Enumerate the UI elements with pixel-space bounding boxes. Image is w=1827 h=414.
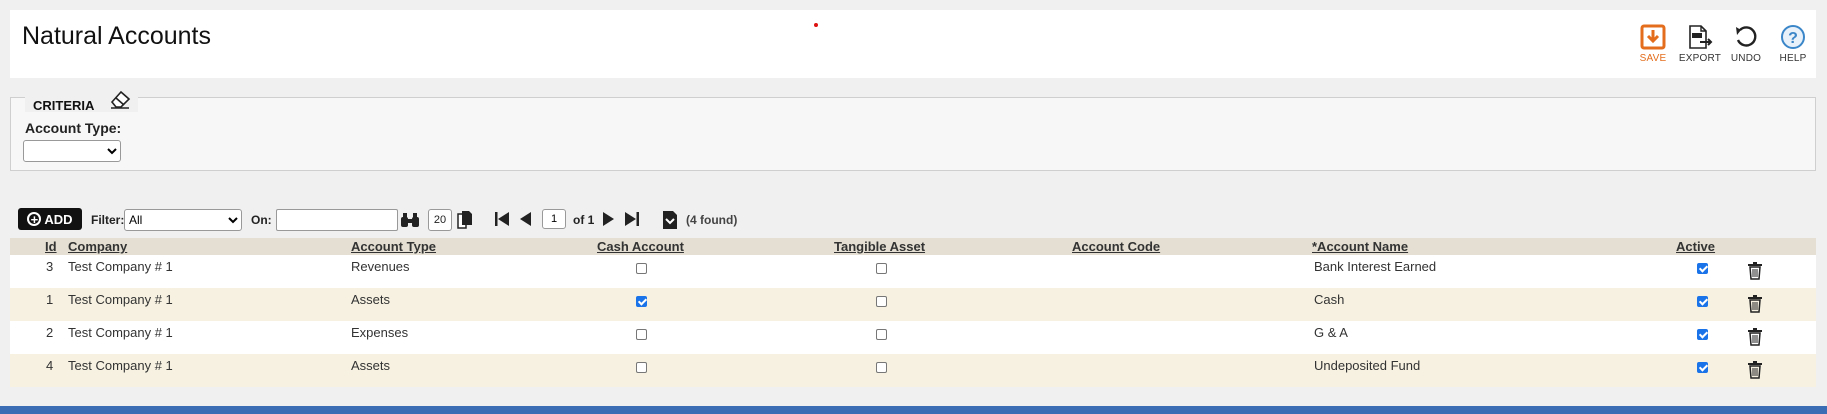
page-size-box[interactable]: 20 (428, 209, 452, 231)
export-icon (1689, 25, 1713, 49)
cell-company: Test Company # 1 (68, 292, 173, 307)
help-label: HELP (1779, 53, 1807, 64)
last-page-icon[interactable] (624, 211, 640, 227)
save-icon (1640, 24, 1666, 50)
cell-account-type: Assets (351, 358, 391, 373)
cell-id: 4 (46, 358, 54, 373)
status-dot (814, 23, 818, 27)
cell-id: 3 (46, 259, 54, 274)
page-header: Natural Accounts SAVE EXPORT UNDO ? HELP (10, 10, 1816, 78)
tangible-asset-checkbox[interactable] (876, 296, 887, 307)
grid-toolbar: + ADD Filter: All On: 20 of 1 (4 found) (18, 206, 1808, 232)
cell-account-name: Undeposited Fund (1314, 358, 1421, 373)
tangible-asset-checkbox[interactable] (876, 263, 887, 274)
cell-account-type: Expenses (351, 325, 409, 340)
cell-account-name: Bank Interest Earned (1314, 259, 1437, 274)
column-header-cash-account[interactable]: Cash Account (597, 239, 684, 254)
criteria-panel: CRITERIA Account Type: (10, 84, 1816, 171)
table-header: Id Company Account Type Cash Account Tan… (10, 238, 1816, 255)
add-label: ADD (44, 211, 73, 227)
table-body: 3 Test Company # 1 Revenues Bank Interes… (10, 255, 1816, 387)
column-header-account-type[interactable]: Account Type (351, 239, 436, 254)
active-checkbox[interactable] (1697, 362, 1708, 373)
account-type-label: Account Type: (25, 120, 122, 136)
cash-account-checkbox[interactable] (636, 296, 647, 307)
prev-page-icon[interactable] (518, 211, 532, 227)
tangible-asset-checkbox[interactable] (876, 362, 887, 373)
cash-account-checkbox[interactable] (636, 263, 647, 274)
page-title: Natural Accounts (22, 22, 211, 50)
cell-id: 1 (46, 292, 54, 307)
svg-text:?: ? (1788, 30, 1798, 47)
cash-account-checkbox[interactable] (636, 362, 647, 373)
first-page-icon[interactable] (494, 211, 510, 227)
active-checkbox[interactable] (1697, 329, 1708, 340)
cell-company: Test Company # 1 (68, 259, 173, 274)
table-row: 3 Test Company # 1 Revenues Bank Interes… (10, 255, 1816, 288)
add-button[interactable]: + ADD (18, 208, 82, 230)
filter-label: Filter: (91, 213, 125, 227)
download-icon[interactable] (662, 210, 678, 230)
on-search-input[interactable] (276, 209, 398, 231)
help-button[interactable]: ? HELP (1765, 24, 1821, 64)
trash-icon[interactable] (1748, 328, 1762, 346)
cell-account-type: Revenues (351, 259, 410, 274)
column-header-active[interactable]: Active (1676, 239, 1715, 254)
accounts-table: Id Company Account Type Cash Account Tan… (10, 238, 1816, 387)
filter-select[interactable]: All (124, 209, 242, 231)
criteria-title: CRITERIA (33, 97, 95, 113)
trash-icon[interactable] (1748, 262, 1762, 280)
table-row: 2 Test Company # 1 Expenses G & A (10, 321, 1816, 354)
cell-account-name: Cash (1314, 292, 1345, 307)
active-checkbox[interactable] (1697, 296, 1708, 307)
page-number-input[interactable] (542, 209, 566, 229)
help-icon: ? (1781, 25, 1805, 49)
plus-icon: + (27, 212, 42, 226)
cell-id: 2 (46, 325, 54, 340)
undo-icon (1736, 26, 1757, 47)
eraser-icon[interactable] (108, 88, 132, 110)
trash-icon[interactable] (1748, 361, 1762, 379)
page-count-text: of 1 (573, 213, 595, 227)
column-header-account-name[interactable]: *Account Name (1312, 239, 1408, 254)
criteria-legend: CRITERIA (25, 84, 139, 113)
account-type-select[interactable] (23, 140, 121, 162)
on-label: On: (251, 213, 272, 227)
cell-company: Test Company # 1 (68, 325, 173, 340)
bottom-bar (0, 406, 1827, 414)
column-header-tangible-asset[interactable]: Tangible Asset (834, 239, 925, 254)
table-row: 1 Test Company # 1 Assets Cash (10, 288, 1816, 321)
copy-icon[interactable] (456, 210, 474, 230)
record-count-text: (4 found) (686, 213, 738, 227)
column-header-account-code[interactable]: Account Code (1072, 239, 1160, 254)
next-page-icon[interactable] (602, 211, 616, 227)
column-header-company[interactable]: Company (68, 239, 127, 254)
binoculars-icon[interactable] (400, 211, 420, 229)
cell-account-type: Assets (351, 292, 391, 307)
cell-company: Test Company # 1 (68, 358, 173, 373)
cell-account-name: G & A (1314, 325, 1348, 340)
trash-icon[interactable] (1748, 295, 1762, 313)
tangible-asset-checkbox[interactable] (876, 329, 887, 340)
table-row: 4 Test Company # 1 Assets Undeposited Fu… (10, 354, 1816, 387)
active-checkbox[interactable] (1697, 263, 1708, 274)
cash-account-checkbox[interactable] (636, 329, 647, 340)
column-header-id[interactable]: Id (45, 239, 57, 254)
